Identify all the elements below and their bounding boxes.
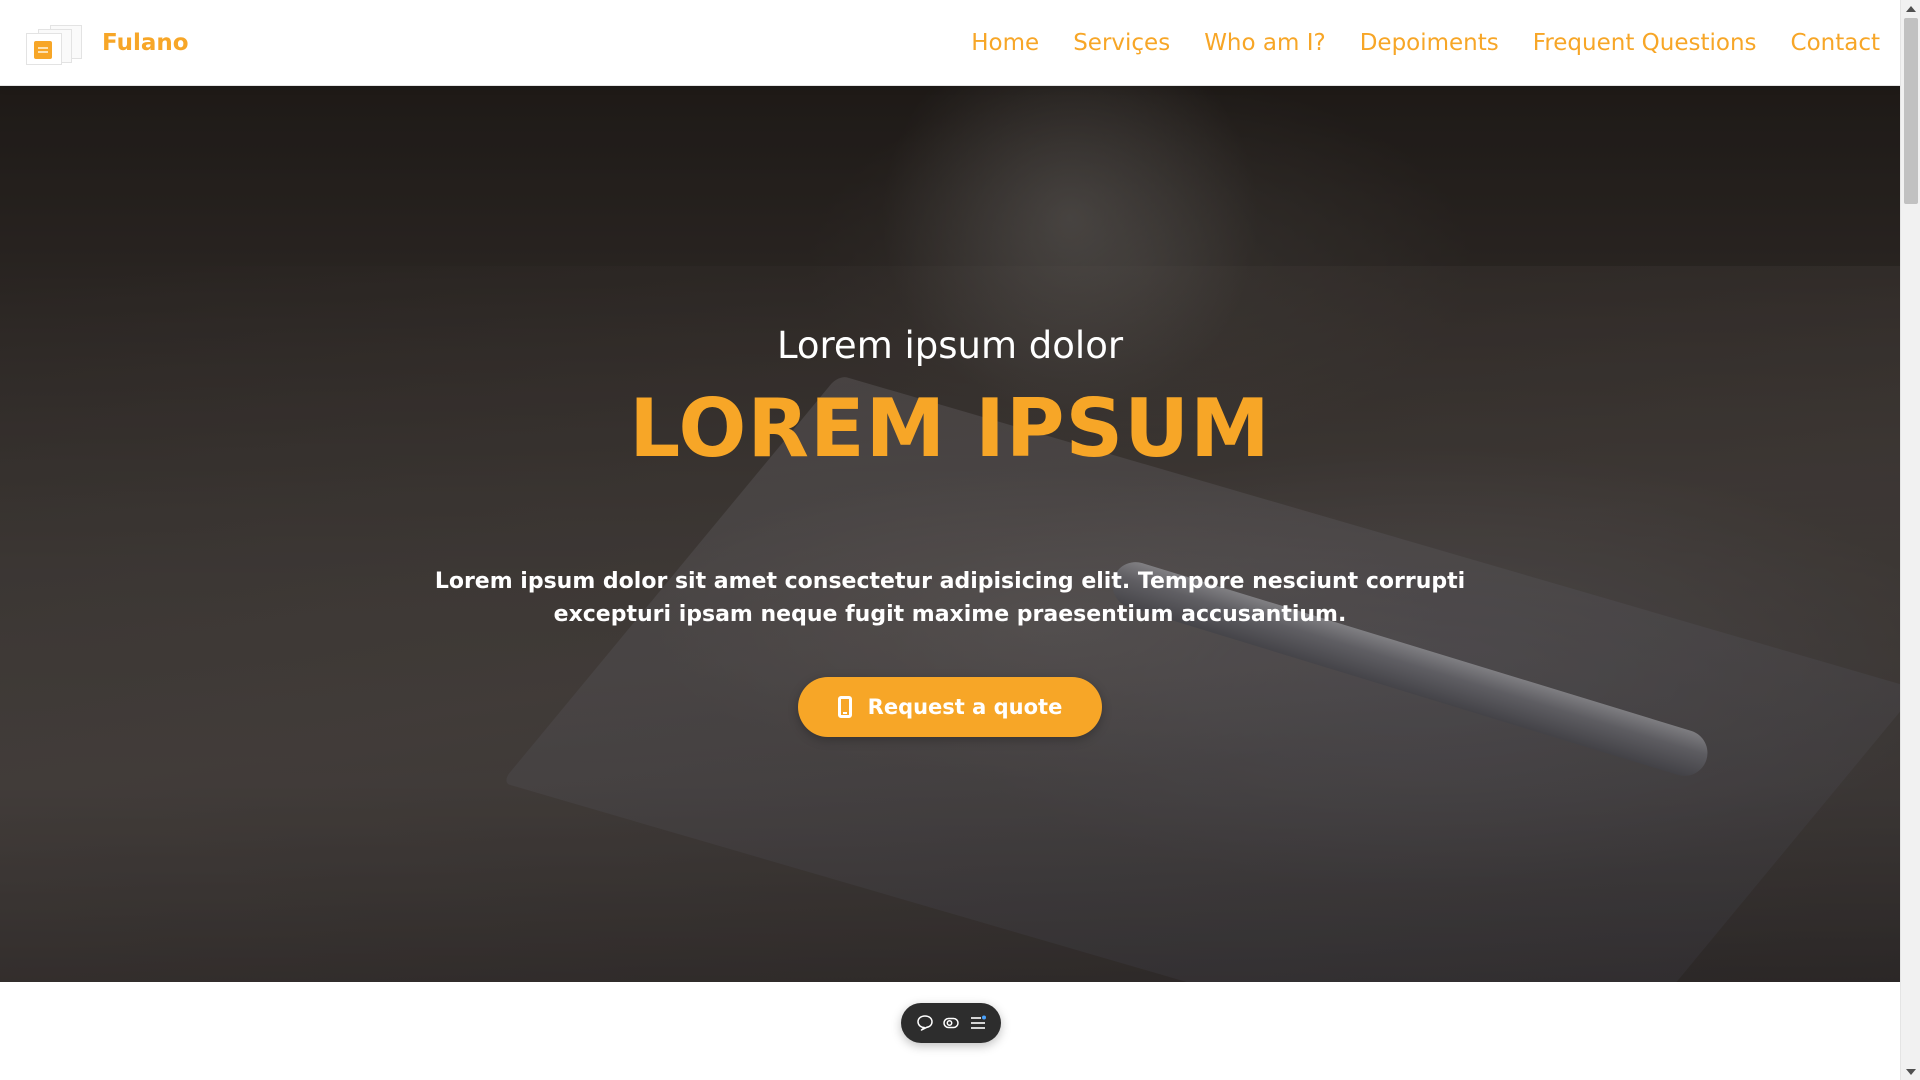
hero-content: Lorem ipsum dolor LOREM IPSUM Lorem ipsu… [0,86,1900,982]
nav-item-services[interactable]: Serviçes [1056,30,1187,56]
main-nav: Home Serviçes Who am I? Depoiments Frequ… [954,30,1880,56]
brand-link[interactable]: Fulano [20,21,189,65]
floating-toolbar [901,1003,1001,1043]
menu-list-icon[interactable] [967,1012,989,1034]
mobile-phone-icon [837,695,852,718]
hero-subtitle: Lorem ipsum dolor [776,324,1124,367]
request-quote-button[interactable]: Request a quote [797,676,1103,737]
hero-title: LOREM IPSUM [629,382,1271,475]
nav-item-home[interactable]: Home [954,30,1056,56]
hero-description: Lorem ipsum dolor sit amet consectetur a… [434,568,1466,627]
scrollbar-thumb[interactable] [1904,18,1918,204]
chat-bubble-icon[interactable] [914,1012,936,1034]
hero-section: Lorem ipsum dolor LOREM IPSUM Lorem ipsu… [0,86,1900,982]
nav-item-contact[interactable]: Contact [1774,30,1880,56]
nav-item-depoiments[interactable]: Depoiments [1343,30,1516,56]
brand-name: Fulano [102,29,189,56]
request-quote-label: Request a quote [867,694,1063,719]
toggle-view-icon[interactable] [940,1012,962,1034]
nav-item-who-am-i[interactable]: Who am I? [1187,30,1343,56]
top-navbar: Fulano Home Serviçes Who am I? Depoiment… [0,0,1900,86]
page: Fulano Home Serviçes Who am I? Depoiment… [0,0,1900,1080]
logo-icon [20,21,84,65]
page-scrollbar[interactable] [1900,0,1920,1080]
scroll-up-arrow-icon[interactable] [1901,0,1920,17]
scroll-down-arrow-icon[interactable] [1901,1063,1920,1080]
nav-item-frequent-questions[interactable]: Frequent Questions [1516,30,1774,56]
